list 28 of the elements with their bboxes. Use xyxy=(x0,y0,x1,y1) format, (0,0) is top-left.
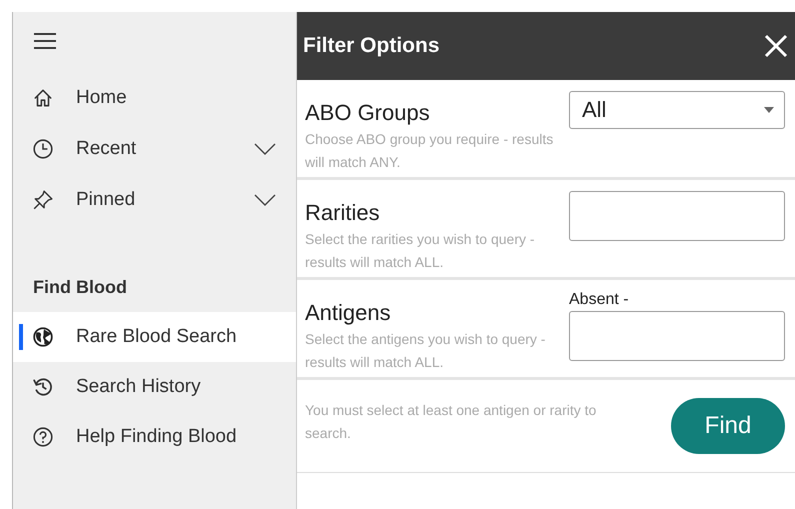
filter-hint: Choose ABO group you require - results will match ANY. xyxy=(305,130,554,172)
dropdown-arrow-icon xyxy=(764,107,774,113)
menu-button[interactable] xyxy=(33,32,57,50)
pin-icon xyxy=(32,188,54,210)
home-icon xyxy=(32,86,54,108)
find-button[interactable]: Find xyxy=(671,398,785,454)
filter-label: Antigens xyxy=(305,300,392,326)
filter-label: Rarities xyxy=(305,200,381,226)
input-field[interactable] xyxy=(569,191,785,241)
filter-hint: Select the antigens you wish to query - results will match ALL. xyxy=(305,330,546,372)
field-label: Absent - xyxy=(569,291,630,309)
globe-icon xyxy=(32,326,54,348)
panel-title: Filter Options xyxy=(303,34,440,58)
input-field[interactable] xyxy=(569,311,785,361)
dropdown[interactable]: All xyxy=(569,91,785,129)
nav-item[interactable]: Pinned xyxy=(13,174,296,225)
nav-item[interactable]: Search History xyxy=(13,362,296,412)
nav-item[interactable]: Help Finding Blood xyxy=(13,412,296,462)
help-icon xyxy=(32,426,54,448)
section-title: Find Blood xyxy=(33,277,128,298)
history-icon xyxy=(32,376,54,398)
nav-item[interactable]: Home xyxy=(13,72,296,123)
nav-item[interactable]: Recent xyxy=(13,123,296,174)
clock-icon xyxy=(32,138,54,160)
filter-label: ABO Groups xyxy=(305,100,431,126)
nav-item[interactable]: Rare Blood Search xyxy=(13,312,296,362)
filter-hint: Select the rarities you wish to query - results will match ALL. xyxy=(305,230,536,272)
footer-note: You must select at least one antigen or rarity to search. xyxy=(305,401,598,443)
